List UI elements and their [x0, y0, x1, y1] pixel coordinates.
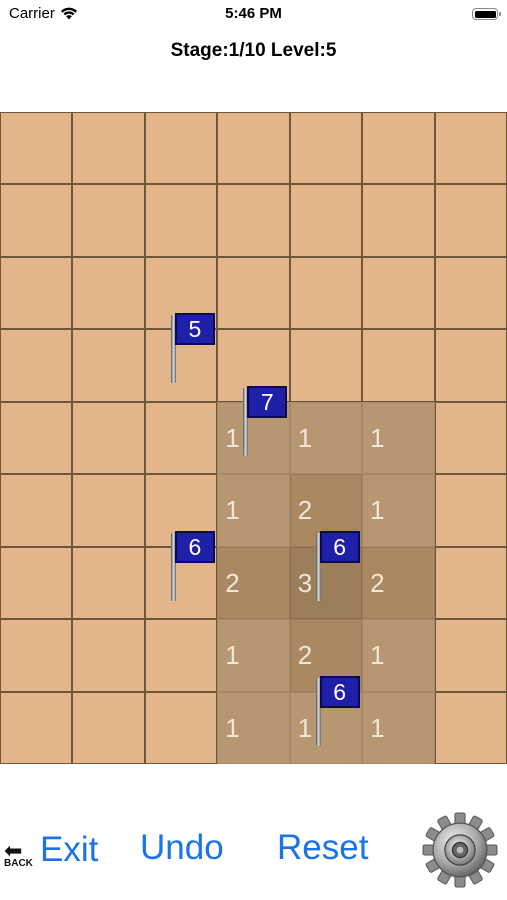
flag-number: 5: [174, 313, 215, 346]
board-cell[interactable]: [434, 546, 507, 620]
board-cell[interactable]: [0, 329, 73, 402]
cell-number: 1: [370, 423, 385, 453]
cell-number: 2: [225, 567, 240, 598]
cell-number: 1: [370, 495, 385, 526]
board-cell[interactable]: [434, 184, 507, 257]
board-cell[interactable]: [0, 691, 73, 764]
cell-number: 1: [225, 712, 240, 743]
cell-number: 1: [225, 640, 240, 671]
status-time: 5:46 PM: [225, 5, 282, 22]
board-cell[interactable]: [144, 691, 218, 764]
cell-number: 1: [225, 423, 240, 453]
board-cell[interactable]: [72, 329, 145, 402]
cell-number: 1: [225, 495, 240, 526]
flag-number: 6: [319, 530, 360, 563]
flag-number: 6: [174, 530, 215, 563]
board-cell[interactable]: [0, 546, 73, 620]
board-cell[interactable]: [217, 184, 290, 257]
flag-marker[interactable]: 6: [170, 530, 217, 603]
board-cell[interactable]: [144, 401, 218, 475]
board-cell[interactable]: [0, 112, 73, 185]
cell-number: 1: [370, 640, 385, 671]
board-cell[interactable]: [72, 474, 145, 547]
board-cell[interactable]: [362, 329, 435, 402]
flag-marker[interactable]: 6: [315, 675, 362, 748]
exit-button[interactable]: ⬅ BACK Exit: [4, 830, 98, 870]
board-cell[interactable]: [434, 112, 507, 185]
gear-icon[interactable]: [418, 808, 502, 892]
board-cell[interactable]: [72, 619, 145, 692]
board-cell[interactable]: [434, 401, 507, 475]
board-cell[interactable]: [0, 474, 73, 547]
board-cell[interactable]: [434, 256, 507, 330]
cell-number: 2: [370, 567, 385, 598]
back-icon-label: BACK: [4, 858, 33, 869]
board-cell[interactable]: [144, 184, 218, 257]
board-cell[interactable]: [0, 184, 73, 257]
flag-marker[interactable]: 5: [170, 313, 217, 385]
board-cell[interactable]: [0, 619, 73, 692]
flag-number: 6: [319, 675, 360, 708]
board-cell[interactable]: [434, 619, 507, 692]
status-bar: Carrier 5:46 PM: [0, 0, 507, 28]
battery-icon: [472, 8, 501, 20]
board-cell[interactable]: [144, 112, 218, 185]
stage-level-title: Stage:1/10 Level:5: [170, 40, 337, 61]
flag-marker[interactable]: 7: [243, 385, 289, 458]
reset-button[interactable]: Reset: [277, 828, 368, 868]
board-cell[interactable]: [217, 112, 290, 185]
board-cell[interactable]: [72, 691, 145, 764]
board-cell[interactable]: [362, 112, 435, 185]
cell-number: 2: [297, 495, 313, 526]
cell-number: 1: [297, 423, 313, 453]
board-cell[interactable]: [434, 329, 507, 402]
flag-number: 7: [247, 385, 288, 418]
back-icon: ⬅ BACK: [4, 838, 33, 870]
board-cell[interactable]: [362, 256, 435, 330]
board-cell[interactable]: [289, 329, 363, 402]
board-cell[interactable]: [289, 256, 363, 330]
game-board[interactable]: 1 1 1 1 2 1 2 3 2 1 2 1 1 1 1 5 7 6 6 6: [0, 112, 507, 764]
board-cell[interactable]: [72, 112, 145, 185]
cell-number: 3: [297, 567, 313, 598]
exit-label: Exit: [40, 830, 99, 869]
board-cell[interactable]: [72, 256, 145, 330]
board-cell[interactable]: [434, 691, 507, 764]
board-cell[interactable]: [434, 474, 507, 547]
board-cell[interactable]: [289, 184, 363, 257]
board-cell[interactable]: [72, 184, 145, 257]
board-cell[interactable]: [362, 184, 435, 257]
board-cell[interactable]: [0, 256, 73, 330]
undo-button[interactable]: Undo: [140, 828, 224, 868]
cell-number: 1: [297, 712, 313, 743]
board-cell[interactable]: [0, 401, 73, 475]
flag-marker[interactable]: 6: [315, 530, 362, 603]
cell-number: 2: [297, 640, 313, 671]
board-cell[interactable]: [217, 256, 290, 330]
board-cell[interactable]: [72, 401, 145, 475]
board-cell[interactable]: [289, 112, 363, 185]
board-cell[interactable]: [72, 546, 145, 620]
board-cell[interactable]: [144, 619, 218, 692]
cell-number: 1: [370, 712, 385, 743]
